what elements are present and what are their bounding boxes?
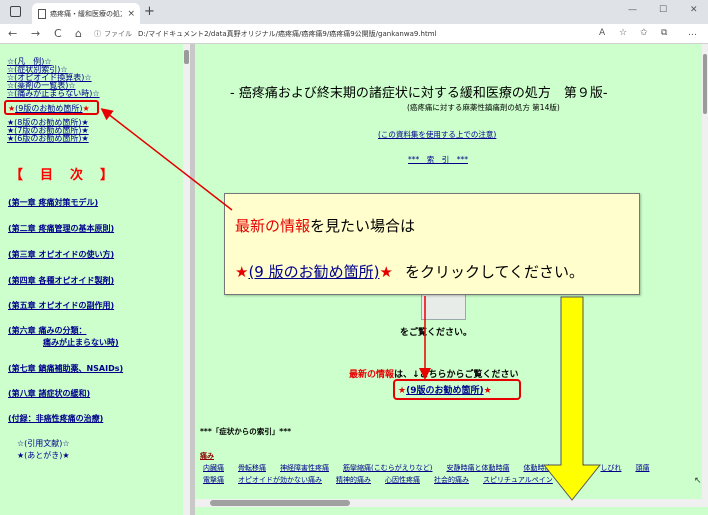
page-subtitle: (癌疼痛に対する麻薬性鎮痛剤の処方 第14版) — [407, 103, 560, 112]
chapter-link-6-line2[interactable]: 痛みが止まらない時) — [43, 337, 119, 348]
main-horizontal-scrollbar-thumb[interactable] — [210, 500, 350, 506]
more-menu-icon[interactable]: … — [688, 28, 697, 38]
favorite-star-icon[interactable]: ☆ — [619, 28, 627, 38]
minimize-button[interactable]: — — [628, 5, 637, 15]
symptom-link[interactable]: 安静時痛と体動時痛 — [446, 464, 509, 472]
main-horizontal-scrollbar[interactable] — [195, 499, 702, 507]
chapter-link-5[interactable]: (第五章 オピオイドの副作用) — [8, 300, 114, 311]
toc-title: 【 目 次 】 — [10, 168, 116, 183]
left-navigation-frame: ☆(凡 例)☆ ☆(症状別索引)☆ ☆(オピオイド換算表)☆ ☆(薬剤の一覧表)… — [0, 44, 195, 515]
symptom-link[interactable]: スピリチュアルペイン — [483, 476, 553, 484]
chapter-link-4[interactable]: (第四章 各種オピオイド製剤) — [8, 275, 114, 286]
index-link-uncontrolled-pain[interactable]: ☆(痛みが止まらない時)☆ — [7, 89, 100, 98]
callout-link-text: (9 版のお勧め箇所) — [248, 263, 380, 281]
star-icon: ★ — [398, 386, 407, 396]
recommend-link-text[interactable]: (9版のお勧め箇所) — [15, 104, 82, 113]
main-vertical-scrollbar-thumb[interactable] — [703, 54, 707, 114]
symptom-link[interactable]: 精神的痛み — [336, 476, 371, 484]
symptom-link[interactable]: 突出痛 — [565, 464, 586, 472]
symptom-link[interactable]: 電撃痛 — [203, 476, 224, 484]
back-button[interactable]: ← — [8, 27, 17, 40]
instruction-callout: 最新の情報を見たい場合は ★(9 版のお勧め箇所)★ をクリックしてください。 — [224, 193, 640, 295]
star-icon: ★ — [379, 263, 393, 281]
symptom-link[interactable]: 頭痛 — [635, 464, 649, 472]
page-icon — [38, 8, 46, 19]
browser-tab[interactable]: 癌疼痛・緩和医療の処方（第9版） × — [32, 3, 140, 24]
chapter-link-8[interactable]: (第八章 諸症状の緩和) — [8, 388, 90, 399]
info-circle-icon: ⓘ — [94, 30, 101, 38]
read-aloud-icon[interactable]: A — [599, 28, 605, 38]
page-title: - 癌疼痛および終末期の諸症状に対する緩和医療の処方 第９版- — [230, 86, 608, 101]
home-button[interactable]: ⌂ — [75, 27, 82, 40]
callout-red-text: 最新の情報 — [235, 217, 311, 235]
url-field[interactable]: ⓘ ファイル D:/マイドキュメント2/data真野オリジナル/癌疼痛/癌疼痛9… — [94, 27, 592, 41]
symptom-link[interactable]: 神経障害性疼痛 — [280, 464, 329, 472]
left-scrollbar[interactable] — [183, 44, 190, 515]
afterword-link[interactable]: ★(あとがき)★ — [17, 450, 70, 461]
star-icon: ★ — [82, 104, 90, 113]
tab-bar: 癌疼痛・緩和医療の処方（第9版） × + — ☐ ✕ — [0, 0, 708, 24]
maximize-button[interactable]: ☐ — [659, 5, 667, 15]
recommend-9th-edition-link-main[interactable]: ★(9版のお勧め箇所)★ — [393, 379, 521, 400]
callout-line-1: 最新の情報を見たい場合は — [235, 215, 415, 236]
references-link[interactable]: ☆(引用文献)☆ — [17, 438, 70, 449]
chapter-link-3[interactable]: (第三章 オピオイドの使い方) — [8, 249, 114, 260]
url-scheme: ファイル — [104, 30, 132, 38]
appendix-link[interactable]: (付録：非癌性疼痛の治療) — [8, 413, 103, 424]
callout-instruction-text: をクリックしてください。 — [404, 263, 585, 281]
latest-info-red: 最新の情報 — [349, 370, 395, 380]
star-icon: ★ — [483, 386, 492, 396]
tab-title: 癌疼痛・緩和医療の処方（第9版） — [50, 9, 122, 18]
symptom-link[interactable]: 骨転移痛 — [238, 464, 266, 472]
chapter-link-7[interactable]: (第七章 鎮痛補助薬、NSAIDs) — [8, 363, 123, 374]
symptom-row-1: 内臓痛 骨転移痛 神経障害性疼痛 筋攣縮痛(こむらがえりなど) 安静時痛と体動時痛 体動時… — [203, 463, 663, 473]
collections-icon[interactable]: ⧉ — [661, 28, 667, 38]
callout-black-text: を見たい場合は — [310, 217, 416, 235]
pain-category-label: 痛み — [200, 452, 214, 460]
symptom-link[interactable]: オピオイドが効かない痛み — [238, 476, 322, 484]
address-bar: ← → C ⌂ ⓘ ファイル D:/マイドキュメント2/data真野オリジナル/… — [0, 24, 708, 44]
callout-line-2: ★(9 版のお勧め箇所)★ をクリックしてください。 — [235, 261, 584, 282]
favorites-icon[interactable]: ✩ — [640, 28, 648, 38]
recommend-link-text[interactable]: (9版のお勧め箇所) — [406, 386, 484, 396]
symptom-link[interactable]: 体動時痛 — [523, 464, 551, 472]
left-scrollbar-thumb[interactable] — [184, 50, 189, 64]
symptom-link[interactable]: 内臓痛 — [203, 464, 224, 472]
symptom-link[interactable]: しびれ — [600, 464, 621, 472]
tab-close-icon[interactable]: × — [122, 9, 140, 19]
symptom-link[interactable]: 筋攣縮痛(こむらがえりなど) — [343, 464, 432, 472]
reload-button[interactable]: C — [54, 27, 62, 40]
main-vertical-scrollbar[interactable] — [702, 44, 708, 507]
url-text: D:/マイドキュメント2/data真野オリジナル/癌疼痛/癌疼痛9/癌疼痛9公開… — [138, 30, 437, 38]
please-see-text: をご覧ください。 — [400, 328, 473, 338]
symptom-link[interactable]: 社会的痛み — [434, 476, 469, 484]
chapter-link-2[interactable]: (第二章 疼痛管理の基本原則) — [8, 223, 114, 234]
new-tab-button[interactable]: + — [144, 4, 155, 19]
chapter-link-6[interactable]: (第六章 痛みの分類： — [8, 325, 86, 336]
symptom-link[interactable]: 心因性疼痛 — [385, 476, 420, 484]
mouse-cursor-icon: ↖ — [694, 476, 702, 486]
symptom-row-2: 電撃痛 オピオイドが効かない痛み 精神的痛み 心因性疼痛 社会的痛み スピリチュアルペイン — [203, 475, 567, 485]
star-icon: ★ — [235, 263, 249, 281]
recommend-9th-edition-link-left[interactable]: ★(9版のお勧め箇所)★ — [4, 100, 99, 115]
usage-note-link[interactable]: (この資料集を使用する上での注意) — [378, 129, 496, 140]
forward-button[interactable]: → — [31, 27, 40, 40]
index-link-6th-edition[interactable]: ★(6版のお勧め箇所)★ — [7, 134, 89, 143]
window-menu-icon[interactable] — [10, 6, 21, 17]
symptom-index-heading: ***「症状からの索引」*** — [200, 427, 292, 436]
chapter-link-1[interactable]: (第一章 疼痛対策モデル) — [8, 197, 98, 208]
close-window-button[interactable]: ✕ — [690, 5, 698, 15]
index-link[interactable]: *** 索 引 *** — [408, 154, 468, 165]
